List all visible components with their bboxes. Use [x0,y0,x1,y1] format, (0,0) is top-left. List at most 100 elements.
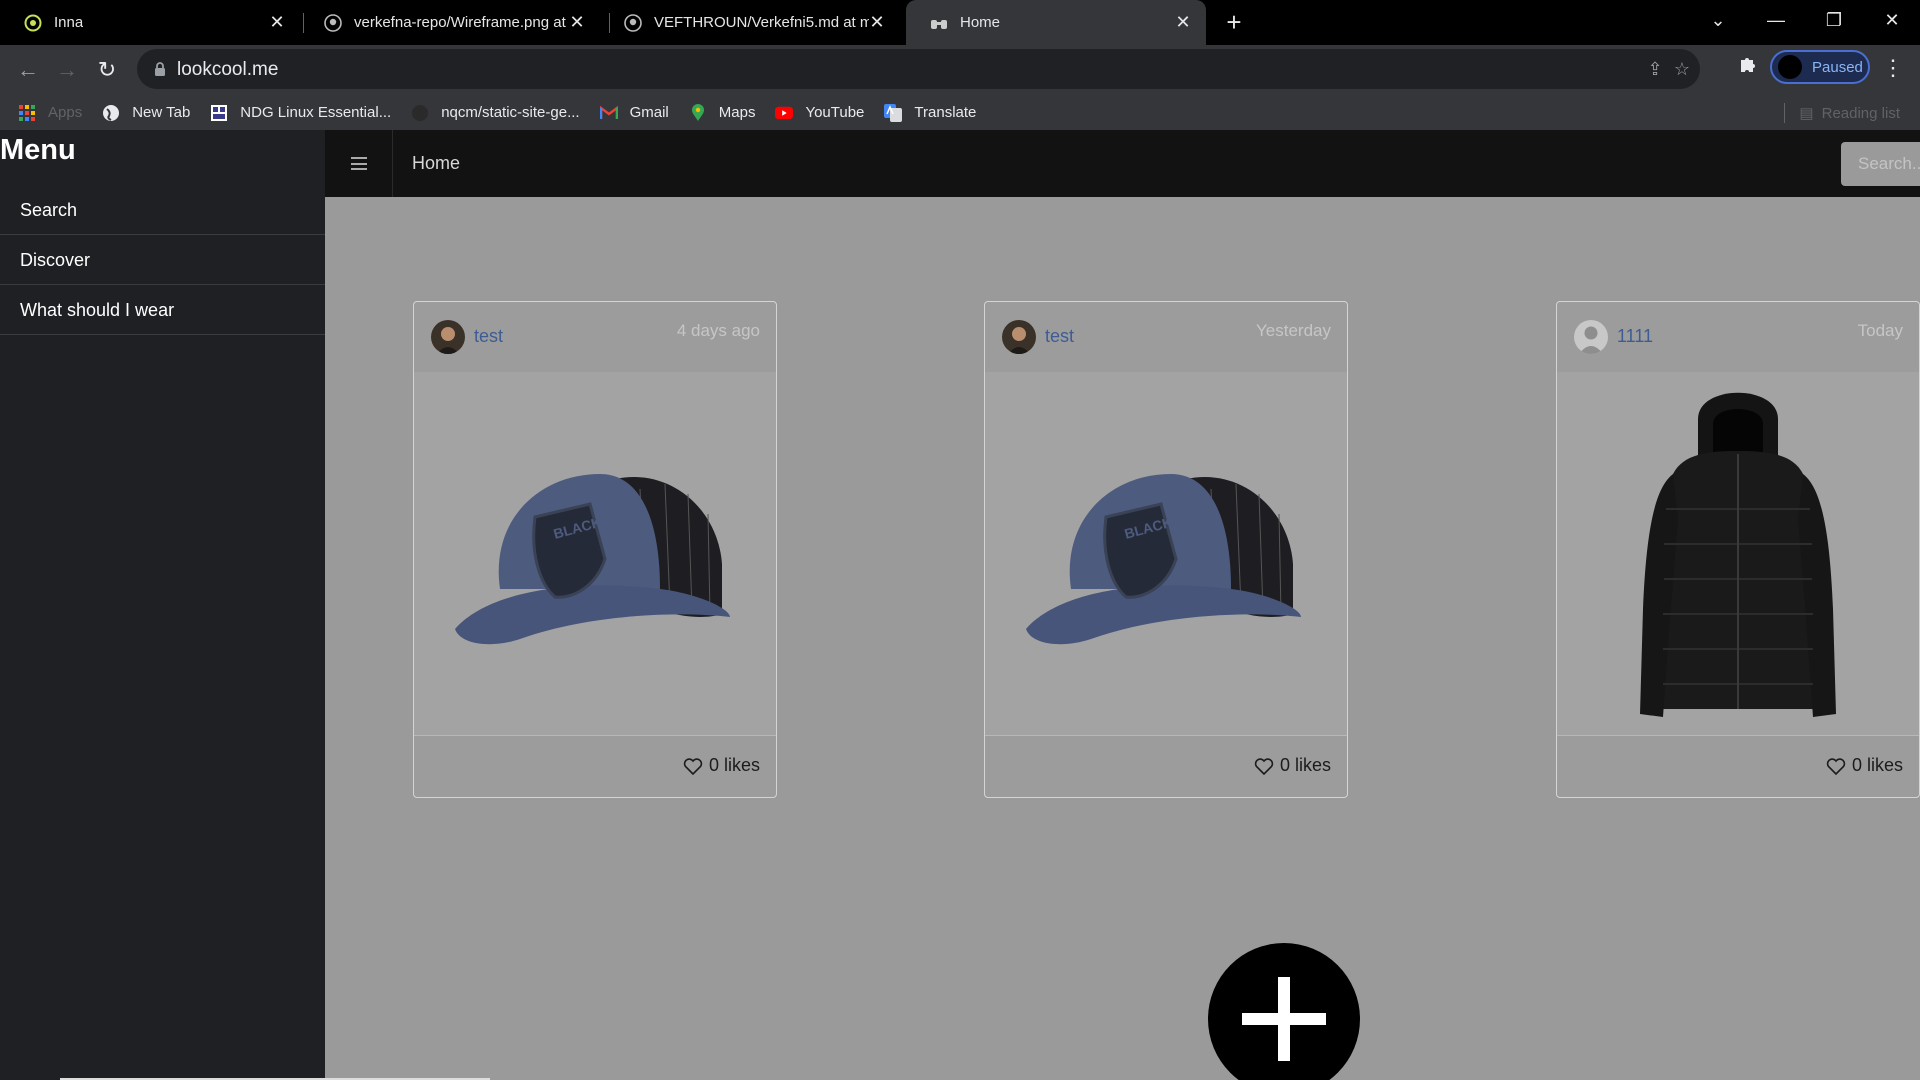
sidebar-item-search[interactable]: Search [0,185,325,235]
sidebar: Menu Search Discover What should I wear [0,130,325,1080]
like-count: 0 likes [708,755,760,775]
close-window-button[interactable]: ✕ [1864,0,1920,40]
top-navbar: Home [325,130,1920,197]
tab-title: Inna [54,14,84,31]
card-username[interactable]: test [1045,326,1074,347]
close-tab-icon[interactable]: ✕ [1174,13,1192,31]
sidebar-title: Menu [0,134,76,166]
bookmark-translate[interactable]: Translate [884,103,977,122]
bookmarks-bar: Apps New Tab NDG Linux Essential... nqcm… [0,95,1920,130]
bookmark-label: Maps [718,104,756,121]
bookmark-label: YouTube [805,104,865,121]
address-bar[interactable]: lookcool.me ⇪ ☆ [137,49,1700,89]
post-card[interactable]: 1111 Today 0 likes [1556,301,1920,798]
youtube-icon [775,104,794,122]
heart-icon [1826,757,1846,775]
heart-icon [1254,757,1274,775]
card-header: test Yesterday [985,302,1347,372]
profile-button[interactable]: Paused [1770,50,1870,84]
card-image[interactable]: BLACK [985,372,1347,735]
close-tab-icon[interactable]: ✕ [868,13,886,31]
card-image[interactable] [1557,372,1919,735]
back-arrow-icon[interactable]: ← [12,54,44,86]
bookmark-label: New Tab [132,104,191,121]
bookmark-ndg[interactable]: NDG Linux Essential... [210,104,391,122]
like-button[interactable]: 0 likes [683,755,760,776]
forward-arrow-icon[interactable]: → [51,54,83,86]
reading-list-button[interactable]: ▤ Reading list [1784,103,1900,123]
tab-title: verkefna-repo/Wireframe.png at [354,14,566,31]
sidebar-item-what-should-i-wear[interactable]: What should I wear [0,285,325,335]
post-card[interactable]: test Yesterday BLACK 0 likes [984,301,1348,798]
bookmark-new-tab[interactable]: New Tab [102,104,190,122]
divider [1784,103,1786,123]
browser-tab[interactable]: Inna ✕ [0,0,300,45]
card-username[interactable]: test [474,326,503,347]
bookmark-youtube[interactable]: YouTube [775,104,864,122]
like-count: 0 likes [1851,755,1903,775]
avatar[interactable] [431,320,465,354]
browser-tab[interactable]: VEFTHROUN/Verkefni5.md at ma ✕ [600,0,900,45]
card-footer: 0 likes [414,735,776,798]
reload-icon[interactable]: ↻ [91,54,123,86]
close-tab-icon[interactable]: ✕ [268,13,286,31]
like-button[interactable]: 0 likes [1254,755,1331,776]
search-input[interactable] [1841,142,1920,186]
bookmark-label: Translate [914,104,977,121]
bookmark-nqcm[interactable]: nqcm/static-site-ge... [411,104,580,122]
bookmark-apps[interactable]: Apps [18,104,82,122]
bookmark-maps[interactable]: Maps [689,103,756,122]
card-username[interactable]: 1111 [1617,326,1653,347]
globe-icon [102,104,120,122]
new-tab-button[interactable]: + [1220,8,1248,36]
jacket-image [1640,392,1836,717]
heart-icon [683,757,703,775]
card-header: test 4 days ago [414,302,776,372]
more-menu-icon[interactable]: ⋮ [1882,54,1904,82]
card-image[interactable]: BLACK [414,372,776,735]
maps-pin-icon [689,103,707,122]
bookmark-gmail[interactable]: Gmail [599,104,669,122]
reading-list-label: Reading list [1821,104,1900,122]
breadcrumb-home[interactable]: Home [412,130,460,197]
browser-tab-strip: Inna ✕ verkefna-repo/Wireframe.png at ✕ … [0,0,1920,45]
cap-image: BLACK [1026,473,1301,644]
reading-list-icon: ▤ [1799,105,1814,122]
target-icon [24,14,42,32]
github-icon [411,104,429,122]
avatar[interactable] [1002,320,1036,354]
binoculars-icon [930,14,948,32]
tab-title: Home [960,14,1001,31]
card-timestamp: 4 days ago [676,321,760,340]
card-timestamp: Yesterday [1256,321,1331,340]
tab-search-chevron-icon[interactable]: ⌄ [1690,0,1746,40]
like-count: 0 likes [1279,755,1331,775]
post-card[interactable]: test 4 days ago BLACK 0 likes [413,301,777,798]
sidebar-item-discover[interactable]: Discover [0,235,325,285]
restore-button[interactable]: ❐ [1806,0,1862,40]
github-icon [324,13,342,32]
hamburger-menu-icon[interactable] [325,130,393,197]
ndg-icon [210,104,228,122]
extensions-puzzle-icon[interactable] [1734,54,1762,82]
star-icon[interactable]: ☆ [1672,59,1692,79]
apps-grid-icon [18,104,36,122]
share-icon[interactable]: ⇪ [1645,59,1665,79]
github-icon [624,13,642,32]
bookmark-label: Apps [48,104,83,121]
web-page: Menu Search Discover What should I wear … [0,130,1920,1080]
tab-title: VEFTHROUN/Verkefni5.md at ma [654,14,869,31]
browser-toolbar: ← → ↻ lookcool.me ⇪ ☆ Paused ⋮ Apps New … [0,45,1920,130]
close-tab-icon[interactable]: ✕ [568,13,586,31]
browser-tab-active[interactable]: Home ✕ [906,0,1206,45]
avatar [1778,55,1802,79]
card-header: 1111 Today [1557,302,1919,372]
minimize-button[interactable]: — [1748,0,1804,40]
browser-tab[interactable]: verkefna-repo/Wireframe.png at ✕ [300,0,600,45]
profile-status: Paused [1812,58,1863,76]
bookmark-label: Gmail [629,104,669,121]
like-button[interactable]: 0 likes [1826,755,1903,776]
avatar[interactable] [1574,320,1608,354]
add-post-button[interactable] [1208,943,1360,1080]
plus-icon [1278,977,1290,1061]
